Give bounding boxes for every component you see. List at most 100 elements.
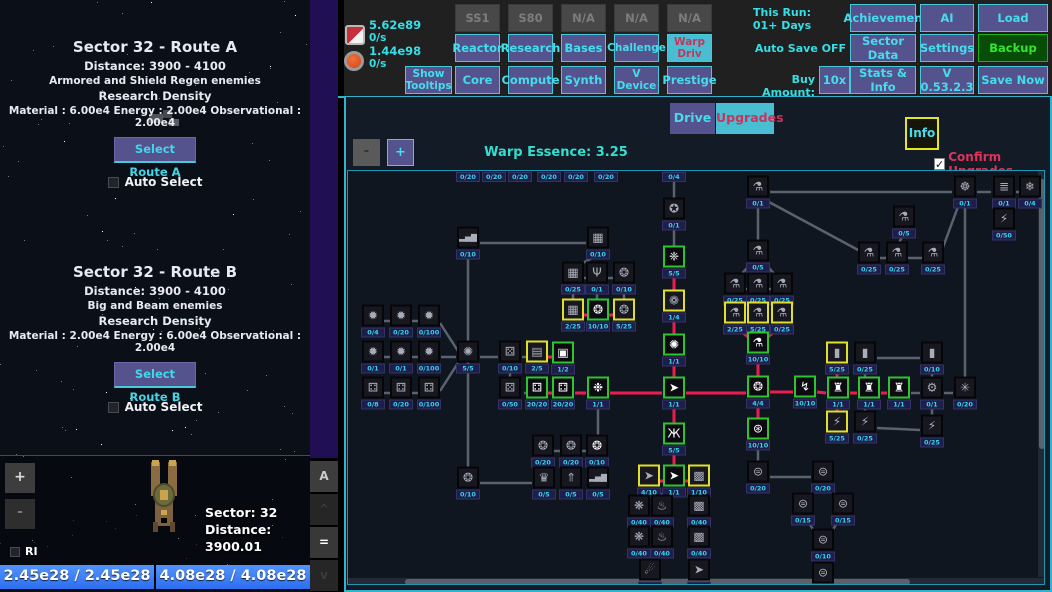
tab-core[interactable]: Core (455, 66, 500, 94)
upgrade-node-swirl[interactable]: ❂5/25 (610, 299, 638, 332)
upgrade-node-circuit[interactable]: ▦2/25 (559, 299, 587, 332)
upgrade-node-battery-bolt[interactable]: ↯10/10 (791, 376, 819, 409)
vertical-scrollbar-thumb[interactable] (1039, 179, 1045, 449)
upgrade-node-rocket[interactable]: ➤4/10 (635, 465, 663, 498)
upgrade-node-flask[interactable]: ⚗0/5 (890, 206, 918, 239)
upgrade-node-saucer[interactable]: ⊜0/20 (809, 461, 837, 494)
upgrade-node-trophy[interactable]: ♛0/5 (530, 467, 558, 500)
upgrade-node-flask[interactable]: ⚗0/25 (768, 302, 796, 335)
upgrade-node-saucer[interactable]: ⊜0/15 (789, 493, 817, 526)
upgrade-node-dice[interactable]: ⚃0/20 (387, 377, 415, 410)
upgrade-node-saucer[interactable]: ⊜0/5 (809, 562, 837, 586)
upgrade-node-lightning[interactable]: ⚡0/25 (918, 415, 946, 448)
backup-button[interactable]: Backup (978, 34, 1048, 62)
upgrade-node-arrow-up[interactable]: ⇑0/5 (557, 467, 585, 500)
strip-up-button[interactable]: ^ (310, 494, 338, 525)
tab-warp-drive[interactable]: Warp Driv (667, 34, 712, 62)
upgrade-node-badge[interactable]: 0/20 (594, 172, 618, 182)
upgrade-node-saturn[interactable]: ⊛10/10 (744, 418, 772, 451)
vertical-scrollbar[interactable] (1038, 171, 1045, 577)
upgrade-node-factory[interactable]: ♜1/1 (885, 377, 913, 410)
upgrade-node-swirl[interactable]: ❂10/10 (584, 299, 612, 332)
upgrade-node-starburst[interactable]: ✺1/1 (660, 334, 688, 367)
route-a-autoselect-checkbox[interactable] (108, 177, 119, 188)
tab-upgrades[interactable]: Upgrades (716, 103, 774, 134)
zoom-in-button[interactable]: + (5, 463, 35, 493)
upgrade-node-lightning[interactable]: ⚡0/25 (851, 411, 879, 444)
upgrade-node-swirl[interactable]: ❂4/4 (744, 376, 772, 409)
upgrade-node-badge[interactable]: 0/20 (537, 172, 561, 182)
route-b-autoselect-checkbox[interactable] (108, 402, 119, 413)
upgrade-node-dice[interactable]: ⚃20/20 (549, 377, 577, 410)
ai-button[interactable]: AI (920, 4, 974, 32)
info-button[interactable]: Info (905, 117, 939, 150)
confirm-upgrades-checkbox[interactable]: ✓ (934, 158, 945, 170)
upgrade-node-saucer[interactable]: ⊜0/15 (829, 493, 857, 526)
upgrade-node-saucer[interactable]: ⊜0/20 (744, 461, 772, 494)
select-route-b-button[interactable]: Select Route B (114, 362, 196, 388)
upgrade-node-box-rocket[interactable]: ▤2/5 (523, 341, 551, 374)
show-tooltips-button[interactable]: Show Tooltips (405, 66, 452, 94)
upgrade-node-chart[interactable]: ▂▄▆0/5 (584, 467, 612, 500)
upgrade-node-dice[interactable]: ⚃0/100 (415, 377, 443, 410)
upgrade-node-spiral[interactable]: ✹0/100 (415, 341, 443, 374)
upgrade-tree[interactable]: 0/200/200/200/200/200/200/4▂▄▆0/10▦0/10✪… (347, 170, 1045, 585)
upgrade-node-flask[interactable]: ⚗0/1 (744, 176, 772, 209)
tab-challenge[interactable]: Challenge (614, 34, 659, 62)
upgrade-node-badge[interactable]: 0/20 (564, 172, 588, 182)
upgrade-node-flask[interactable]: ⚗0/25 (919, 242, 947, 275)
strip-down-button[interactable]: v (310, 560, 338, 591)
upgrade-node-chart[interactable]: ▂▄▆0/10 (454, 227, 482, 260)
select-route-a-button[interactable]: Select Route A (114, 137, 196, 163)
upgrade-node-drop[interactable]: ♨0/40 (648, 526, 676, 559)
upgrade-node-plasma[interactable]: ❈5/5 (660, 246, 688, 279)
upgrade-node-spiral[interactable]: ✹0/1 (359, 341, 387, 374)
upgrade-node-dice[interactable]: ⚃0/8 (359, 377, 387, 410)
upgrade-node-resistor[interactable]: ≣0/1 (990, 176, 1018, 209)
upgrade-node-octopus[interactable]: Ψ0/1 (583, 262, 611, 295)
upgrade-node-gear-meter[interactable]: ☸0/1 (951, 176, 979, 209)
upgrade-node-swirl[interactable]: ❂0/10 (583, 435, 611, 468)
upgrade-node-comet[interactable]: ☄0/25 (636, 559, 664, 586)
upgrade-node-swirl[interactable]: ❂0/20 (529, 435, 557, 468)
load-button[interactable]: Load (978, 4, 1048, 32)
version-button[interactable]: V 0.53.2.3 (920, 66, 974, 94)
zoom-out-button[interactable]: - (5, 499, 35, 529)
upgrade-node-flask[interactable]: ⚗0/25 (855, 242, 883, 275)
tab-drive[interactable]: Drive (670, 103, 715, 134)
upgrade-node-shield[interactable]: ▩0/40 (685, 526, 713, 559)
upgrade-node-drop[interactable]: ♨0/40 (648, 495, 676, 528)
tree-zoom-out-button[interactable]: - (353, 139, 380, 166)
strip-a-button[interactable]: A (310, 461, 338, 492)
upgrade-node-lightning[interactable]: ⚡5/25 (823, 411, 851, 444)
upgrade-node-pinwheel[interactable]: ❁1/4 (660, 290, 688, 323)
upgrade-node-shield[interactable]: ▩1/10 (685, 465, 713, 498)
buy-amount-button[interactable]: 10x (819, 66, 850, 94)
tab-compute[interactable]: Compute (508, 66, 553, 94)
upgrade-node-shield[interactable]: ▩0/40 (685, 495, 713, 528)
upgrade-node-rocket[interactable]: ➤0/25 (685, 559, 713, 586)
upgrade-node-factory[interactable]: ♜1/1 (824, 377, 852, 410)
upgrade-node-badge[interactable]: 0/4 (662, 172, 686, 182)
auto-save-status[interactable]: Auto Save OFF (734, 42, 846, 55)
settings-button[interactable]: Settings (920, 34, 974, 62)
ri-checkbox[interactable] (10, 547, 20, 557)
tree-zoom-in-button[interactable]: + (387, 139, 414, 166)
upgrade-node-dice-rocket[interactable]: ⚄0/10 (496, 341, 524, 374)
upgrade-node-badge[interactable]: 0/20 (508, 172, 532, 182)
upgrade-node-swirl[interactable]: ❂0/10 (610, 262, 638, 295)
upgrade-node-dice[interactable]: ⚃20/20 (523, 377, 551, 410)
upgrade-node-spiral[interactable]: ✹0/4 (359, 305, 387, 338)
upgrade-node-flask[interactable]: ⚗0/5 (744, 240, 772, 273)
strip-equals-button[interactable]: = (310, 527, 338, 558)
save-now-button[interactable]: Save Now (978, 66, 1048, 94)
stats-info-button[interactable]: Stats & Info (850, 66, 916, 94)
upgrade-node-spiral[interactable]: ✹0/20 (387, 305, 415, 338)
upgrade-node-spiral[interactable]: ✹0/100 (415, 305, 443, 338)
tab-v-device[interactable]: V Device (614, 66, 659, 94)
upgrade-node-rocket[interactable]: ➤1/1 (660, 377, 688, 410)
upgrade-node-medal[interactable]: ✪0/1 (660, 198, 688, 231)
upgrade-node-swirl[interactable]: ❂0/20 (557, 435, 585, 468)
upgrade-node-flask[interactable]: ⚗0/25 (883, 242, 911, 275)
achievements-button[interactable]: Achievemen (850, 4, 916, 32)
